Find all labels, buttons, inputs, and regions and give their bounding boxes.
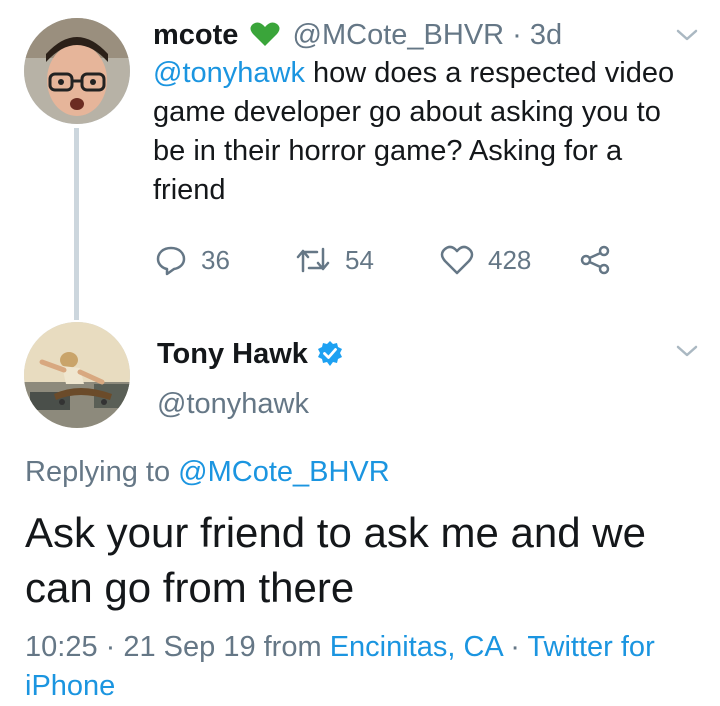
tweet1-handle[interactable]: @MCote_BHVR — [293, 19, 505, 51]
replying-to: Replying to @MCote_BHVR — [25, 455, 390, 489]
mcote-avatar[interactable] — [24, 18, 130, 124]
tweet2-author: Tony Hawk — [157, 337, 344, 371]
tonyhawk-avatar[interactable] — [24, 322, 130, 428]
tweet1-mention-link[interactable]: @tonyhawk — [153, 57, 305, 89]
reply-button[interactable]: 36 — [155, 244, 230, 276]
share-button[interactable] — [579, 244, 611, 276]
replying-to-link[interactable]: @MCote_BHVR — [178, 456, 390, 488]
tweet2-meta: 10:25 · 21 Sep 19 from Encinitas, CA · T… — [25, 628, 705, 706]
reply-count: 36 — [201, 244, 230, 275]
tweet1-menu-chevron-icon[interactable] — [676, 28, 698, 42]
mcote-avatar-image — [24, 18, 130, 124]
like-heart-icon — [440, 245, 474, 275]
retweet-count: 54 — [345, 244, 374, 275]
tweet2-timestamp[interactable]: 10:25 · 21 Sep 19 from — [25, 631, 330, 663]
tweet2-text: Ask your friend to ask me and we can go … — [25, 509, 646, 611]
retweet-icon — [296, 247, 330, 273]
like-button[interactable]: 428 — [440, 244, 531, 276]
tweet1-age[interactable]: · 3d — [512, 19, 562, 51]
tweet2-location-link[interactable]: Encinitas, CA — [330, 631, 502, 663]
green-heart-icon — [250, 22, 280, 46]
retweet-button[interactable]: 54 — [295, 244, 374, 276]
reply-icon — [156, 246, 186, 276]
like-count: 428 — [488, 244, 532, 275]
verified-badge-icon — [317, 341, 342, 366]
tweet1-author-name[interactable]: mcote — [153, 19, 238, 51]
thread-line — [74, 128, 79, 320]
meta-separator: · — [502, 631, 528, 663]
tweet2-handle[interactable]: @tonyhawk — [157, 387, 309, 421]
tweet2-menu-chevron-icon[interactable] — [676, 344, 698, 358]
tweet1-text: @tonyhawk how does a respected video gam… — [153, 54, 698, 210]
tweet1-header: mcote @MCote_BHVR · 3d — [153, 18, 562, 52]
tweet2-author-name[interactable]: Tony Hawk — [157, 337, 308, 371]
tonyhawk-avatar-image — [24, 322, 130, 428]
replying-to-label: Replying to — [25, 456, 179, 488]
share-icon — [580, 245, 610, 275]
